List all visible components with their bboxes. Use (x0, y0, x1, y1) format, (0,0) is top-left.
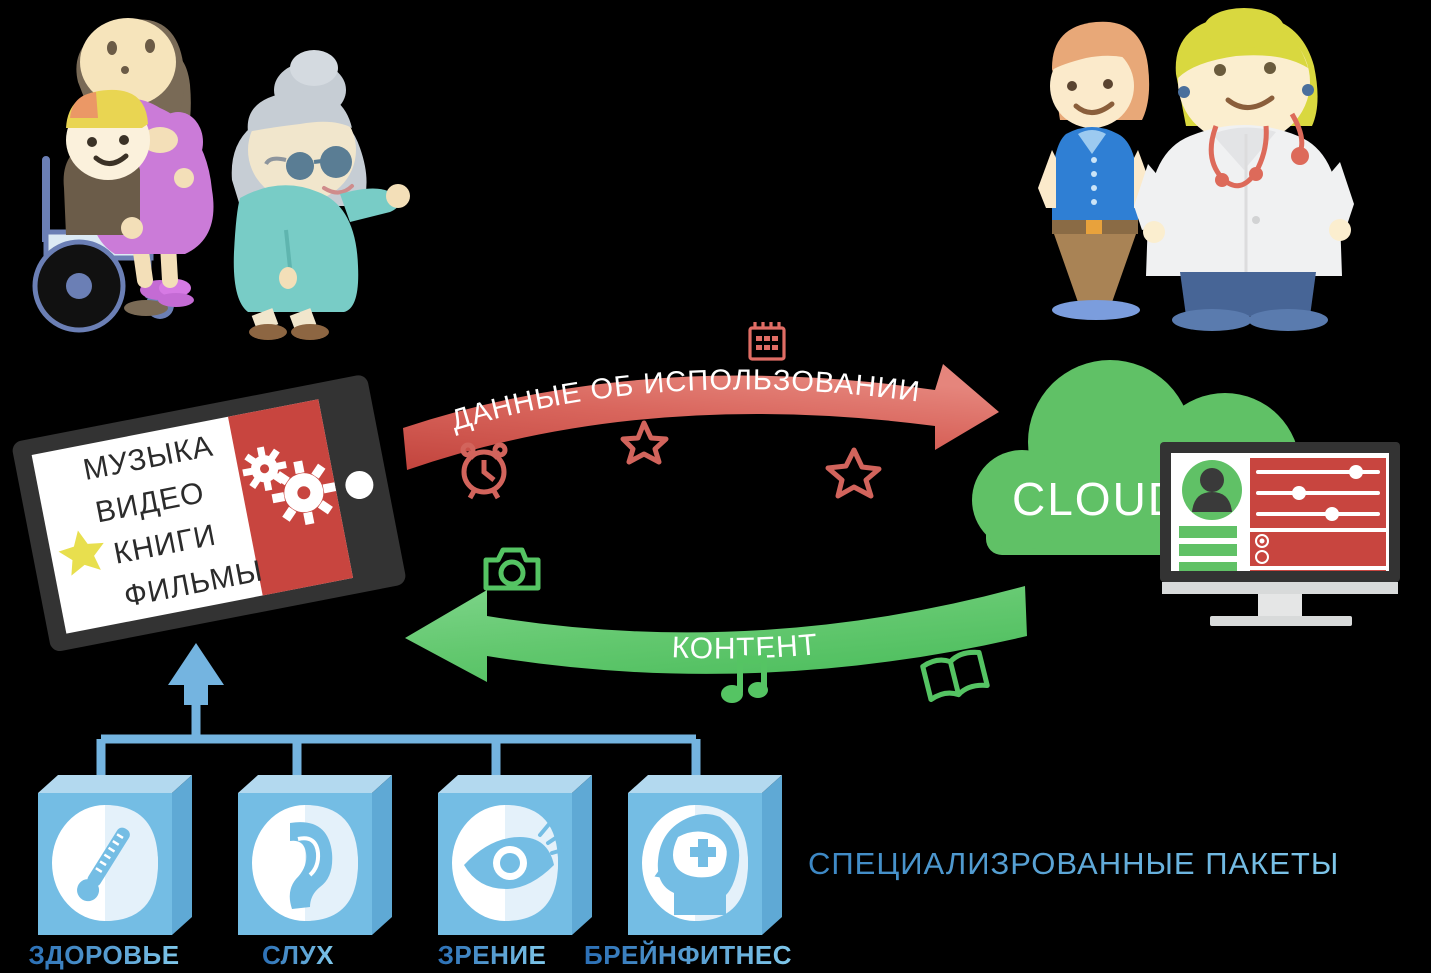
tablet-device[interactable]: МУЗЫКА ВИДЕО КНИГИ ФИЛЬМЫ (10, 348, 410, 678)
camera-icon (478, 540, 546, 598)
monitor-device[interactable] (1150, 430, 1410, 630)
alarm-clock-icon (452, 438, 516, 500)
package-box-vision[interactable] (438, 775, 592, 935)
package-labels: ЗДОРОВЬЕ СЛУХ ЗРЕНИЕ БРЕЙНФИТНЕС (0, 938, 800, 973)
young-man-blue-shirt (1038, 21, 1152, 320)
elderly-woman-sunglasses (231, 50, 410, 340)
package-label-brainfitness: БРЕЙНФИТНЕС (584, 940, 792, 970)
slider-3-handle[interactable] (1325, 507, 1339, 521)
calendar-icon (742, 318, 792, 368)
star-small-icon (620, 418, 669, 465)
left-people-group (0, 0, 420, 345)
package-box-health[interactable] (38, 775, 192, 935)
green-bars (1179, 526, 1237, 574)
right-people-group (1030, 8, 1410, 338)
slider-1-handle[interactable] (1349, 465, 1363, 479)
open-book-icon (916, 645, 994, 707)
package-label-hearing: СЛУХ (262, 940, 334, 970)
child-yellow-cap (63, 89, 150, 239)
section-label-text: СПЕЦИАЛИЗРОВАННЫЕ ПАКЕТЫ (808, 846, 1339, 881)
slider-2-handle[interactable] (1292, 486, 1306, 500)
package-label-health: ЗДОРОВЬЕ (28, 940, 179, 970)
packages-section-label: СПЕЦИАЛИЗРОВАННЫЕ ПАКЕТЫ (800, 840, 1338, 890)
package-box-hearing[interactable] (238, 775, 392, 935)
radio-dot (1259, 538, 1265, 544)
doctor-white-coat-stethoscope (1134, 8, 1354, 331)
package-boxes (20, 765, 810, 945)
package-label-vision: ЗРЕНИЕ (438, 940, 547, 970)
arrow-up-icon (168, 643, 224, 705)
star-outline-icon (824, 444, 882, 500)
diagram-canvas: МУЗЫКА ВИДЕО КНИГИ ФИЛЬМЫ CLOUD ДАННЫЕ О… (0, 0, 1431, 973)
package-box-brainfitness[interactable] (628, 775, 782, 935)
radio-panel-1[interactable] (1250, 532, 1386, 566)
user-avatar-icon (1182, 460, 1242, 520)
